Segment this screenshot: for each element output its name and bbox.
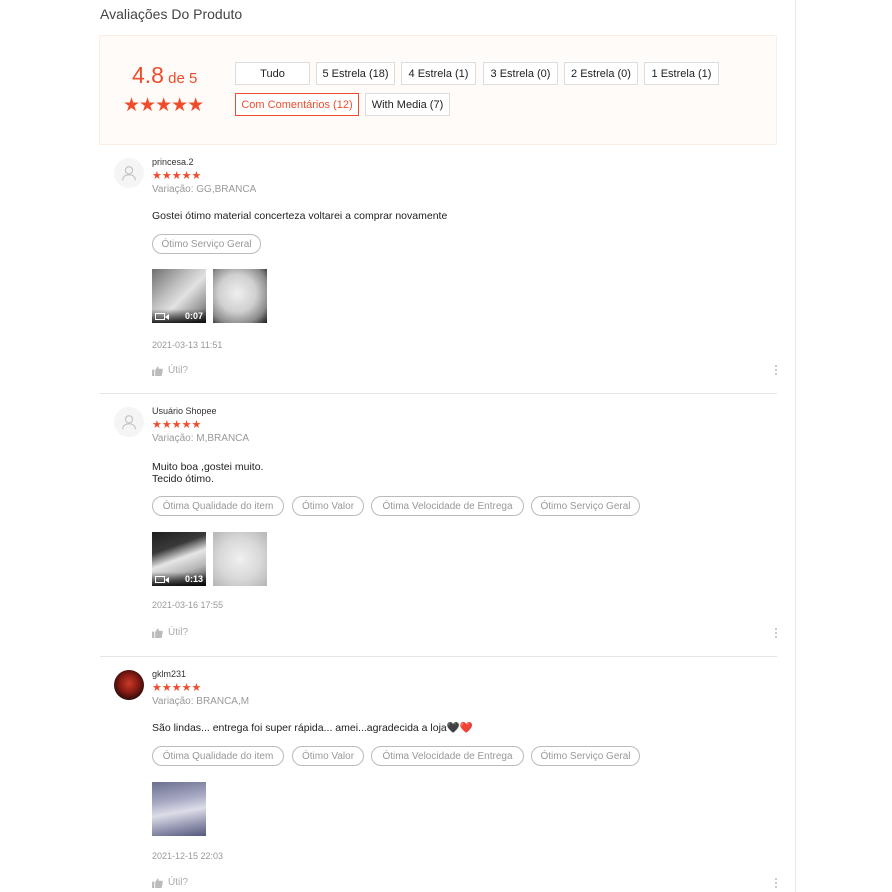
- review-tag: Ótima Velocidade de Entrega: [371, 496, 524, 516]
- rating-overview: 4.8 de 5 ★★★★★ Tudo 5 Estrela (18) 4 Est…: [99, 35, 777, 145]
- thumbs-up-icon: [152, 627, 163, 638]
- review-variation: Variação: GG,BRANCA: [152, 184, 257, 195]
- filter-5-stars[interactable]: 5 Estrela (18): [316, 62, 395, 85]
- review-username[interactable]: Usuário Shopee: [152, 406, 217, 416]
- rating-score: 4.8 de 5: [132, 62, 197, 89]
- review-tag: Ótima Velocidade de Entrega: [371, 746, 524, 766]
- useful-label: Útil?: [168, 627, 189, 638]
- rating-out-of: de 5: [163, 70, 198, 87]
- review-date: 2021-03-16 17:55: [152, 600, 224, 610]
- review-tag: Ótimo Serviço Geral: [531, 496, 640, 516]
- thumbs-up-icon: [152, 365, 163, 376]
- review-tag: Ótimo Valor: [292, 746, 364, 766]
- rating-value: 4.8: [132, 62, 164, 88]
- useful-button[interactable]: Útil?: [152, 627, 188, 638]
- review-variation: Variação: M,BRANCA: [152, 433, 250, 444]
- review-tag: Ótima Qualidade do item: [152, 496, 284, 516]
- filter-1-star[interactable]: 1 Estrela (1): [644, 62, 719, 85]
- more-options-icon[interactable]: [775, 628, 777, 638]
- review-comment: Gostei ótimo material concerteza voltare…: [152, 210, 448, 222]
- video-duration: 0:07: [184, 311, 203, 321]
- user-icon: [122, 166, 136, 181]
- review-date: 2021-03-13 11:51: [152, 340, 223, 350]
- review-username[interactable]: gklm231: [152, 669, 186, 679]
- filter-2-stars[interactable]: 2 Estrela (0): [564, 62, 638, 85]
- thumbs-up-icon: [152, 877, 163, 888]
- more-options-icon[interactable]: [775, 365, 777, 375]
- review-username[interactable]: princesa.2: [152, 157, 194, 167]
- rating-stars-icon: ★★★★★: [123, 95, 204, 116]
- review-stars-icon: ★★★★★: [152, 682, 202, 694]
- avatar[interactable]: [114, 407, 144, 437]
- avatar[interactable]: [114, 670, 144, 700]
- review-date: 2021-12-15 22:03: [152, 851, 224, 861]
- review-tag: Ótimo Valor: [292, 496, 364, 516]
- review-item: Usuário Shopee ★★★★★ Variação: M,BRANCA …: [100, 406, 777, 657]
- avatar[interactable]: [114, 158, 144, 188]
- filter-with-comments[interactable]: Com Comentários (12): [235, 93, 359, 116]
- review-comment: São lindas... entrega foi super rápida..…: [152, 722, 473, 734]
- review-tag: Ótima Qualidade do item: [152, 746, 284, 766]
- user-icon: [122, 415, 136, 430]
- review-stars-icon: ★★★★★: [152, 170, 202, 182]
- video-icon: [155, 575, 169, 583]
- review-video-thumbnail[interactable]: 0:13: [152, 532, 206, 586]
- review-comment: Muito boa ,gostei muito. Tecido ótimo.: [152, 461, 264, 485]
- video-duration: 0:13: [184, 574, 203, 584]
- useful-label: Útil?: [168, 365, 189, 376]
- useful-button[interactable]: Útil?: [152, 365, 188, 376]
- useful-button[interactable]: Útil?: [152, 877, 188, 888]
- review-tag: Ótimo Serviço Geral: [531, 746, 640, 766]
- page-divider: [795, 0, 796, 892]
- review-video-thumbnail[interactable]: 0:07: [152, 269, 206, 323]
- review-item: princesa.2 ★★★★★ Variação: GG,BRANCA Gos…: [100, 157, 777, 394]
- section-title: Avaliações Do Produto: [100, 6, 243, 22]
- review-photo-thumbnail[interactable]: [152, 782, 206, 836]
- filter-all[interactable]: Tudo: [235, 62, 310, 85]
- filter-3-stars[interactable]: 3 Estrela (0): [483, 62, 558, 85]
- review-photo-thumbnail[interactable]: [213, 269, 267, 323]
- useful-label: Útil?: [168, 877, 189, 888]
- review-photo-thumbnail[interactable]: [213, 532, 267, 586]
- review-variation: Variação: BRANCA,M: [152, 696, 250, 707]
- review-item: gklm231 ★★★★★ Variação: BRANCA,M São lin…: [100, 669, 777, 892]
- review-stars-icon: ★★★★★: [152, 419, 202, 431]
- filter-4-stars[interactable]: 4 Estrela (1): [401, 62, 476, 85]
- filter-with-media[interactable]: With Media (7): [365, 93, 450, 116]
- more-options-icon[interactable]: [775, 878, 777, 888]
- video-icon: [155, 312, 169, 320]
- review-tag: Ótimo Serviço Geral: [152, 234, 261, 254]
